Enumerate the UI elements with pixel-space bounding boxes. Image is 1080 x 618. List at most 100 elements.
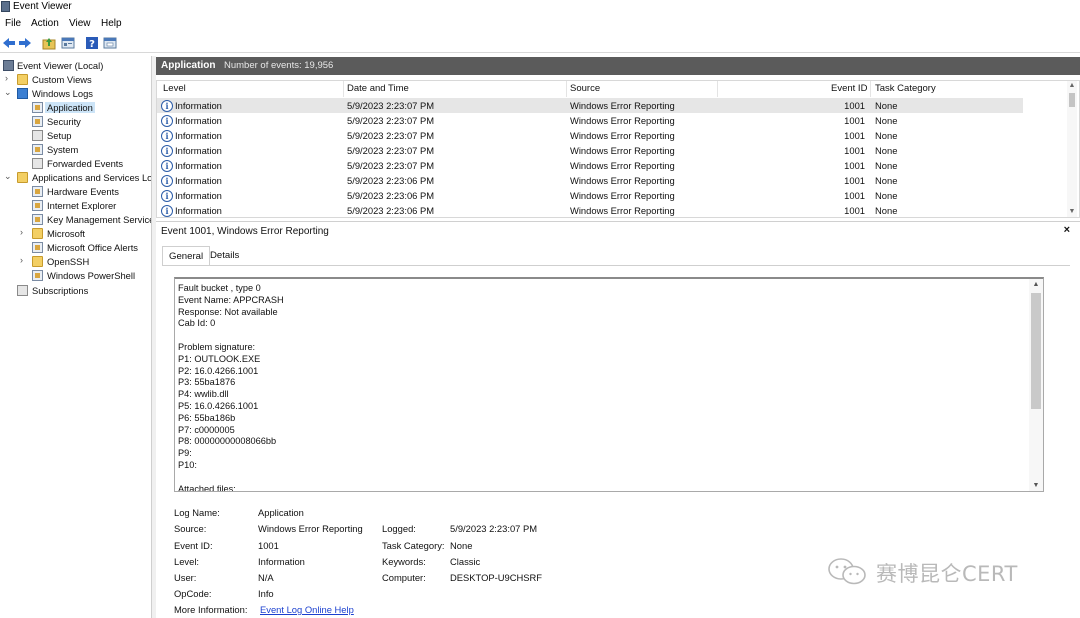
row-datetime: 5/9/2023 2:23:06 PM — [347, 190, 435, 201]
row-event-id: 1001 — [844, 190, 865, 201]
description-line: Fault bucket , type 0 — [178, 283, 261, 293]
column-header-level[interactable]: Level — [163, 83, 186, 94]
menu-action[interactable]: Action — [31, 18, 59, 29]
tab-general[interactable]: General — [162, 246, 211, 266]
row-datetime: 5/9/2023 2:23:06 PM — [347, 175, 435, 186]
chevron-down-icon[interactable]: ⌄ — [4, 87, 12, 98]
tree-item-application[interactable]: Application — [0, 101, 151, 115]
show-pane-icon[interactable] — [103, 36, 117, 50]
tree-item-system[interactable]: System — [0, 143, 151, 157]
row-datetime: 5/9/2023 2:23:06 PM — [347, 205, 435, 216]
menu-view[interactable]: View — [69, 18, 91, 29]
tree-item-custom-views[interactable]: › Custom Views — [0, 73, 151, 87]
row-source: Windows Error Reporting — [570, 205, 675, 216]
subscriptions-icon — [17, 285, 28, 296]
tree-item-security[interactable]: Security — [0, 115, 151, 129]
event-id-label: Event ID: — [174, 540, 213, 551]
close-icon[interactable]: × — [1064, 224, 1070, 236]
information-icon: i — [161, 205, 173, 217]
table-row[interactable]: i Information 5/9/2023 2:23:07 PM Windows E… — [157, 113, 1023, 128]
tree-item-microsoft[interactable]: › Microsoft — [0, 227, 151, 241]
tree-item-openssh[interactable]: › OpenSSH — [0, 255, 151, 269]
back-icon[interactable] — [2, 36, 16, 50]
more-info-label: More Information: — [174, 604, 248, 615]
row-level: Information — [175, 145, 222, 156]
row-source: Windows Error Reporting — [570, 130, 675, 141]
tree-item-subscriptions[interactable]: Subscriptions — [0, 284, 151, 298]
tree-item-office-alerts[interactable]: Microsoft Office Alerts — [0, 241, 151, 255]
column-header-source[interactable]: Source — [570, 83, 600, 94]
column-divider[interactable] — [343, 81, 344, 97]
level-value: Information — [258, 556, 305, 567]
level-label: Level: — [174, 556, 200, 567]
tree-item-root[interactable]: Event Viewer (Local) — [0, 59, 151, 73]
column-divider[interactable] — [566, 81, 567, 97]
row-event-id: 1001 — [844, 130, 865, 141]
tree-item-forwarded-events[interactable]: Forwarded Events — [0, 157, 151, 171]
help-icon[interactable]: ? — [85, 36, 99, 50]
information-icon: i — [161, 100, 173, 112]
column-divider[interactable] — [870, 81, 871, 97]
row-level: Information — [175, 205, 222, 216]
table-row[interactable]: i Information 5/9/2023 2:23:07 PM Windows E… — [157, 143, 1023, 158]
event-list-scrollbar[interactable]: ▲ ▼ — [1067, 81, 1077, 217]
row-level: Information — [175, 115, 222, 126]
chevron-down-icon[interactable]: ⌄ — [4, 171, 12, 182]
chevron-right-icon[interactable]: › — [20, 255, 28, 265]
tree-item-powershell[interactable]: Windows PowerShell — [0, 269, 151, 283]
windows-logs-icon — [17, 88, 28, 99]
table-row[interactable]: i Information 5/9/2023 2:23:07 PM Windows E… — [157, 98, 1023, 113]
row-source: Windows Error Reporting — [570, 175, 675, 186]
scroll-thumb[interactable] — [1069, 93, 1075, 107]
row-datetime: 5/9/2023 2:23:07 PM — [347, 100, 435, 111]
scroll-up-icon[interactable]: ▲ — [1029, 279, 1043, 291]
menu-file[interactable]: File — [5, 18, 21, 29]
information-icon: i — [161, 115, 173, 127]
navigation-tree: Event Viewer (Local) › Custom Views ⌄ Wi… — [0, 56, 152, 618]
table-row[interactable]: i Information 5/9/2023 2:23:06 PM Windows E… — [157, 203, 1023, 217]
information-icon: i — [161, 175, 173, 187]
information-icon: i — [161, 160, 173, 172]
scroll-up-icon[interactable]: ▲ — [1067, 81, 1077, 91]
forward-icon[interactable] — [18, 36, 32, 50]
event-log-online-help-link[interactable]: Event Log Online Help — [260, 604, 354, 615]
tree-item-apps-services[interactable]: ⌄ Applications and Services Log — [0, 171, 151, 185]
tree-item-key-management[interactable]: Key Management Service — [0, 213, 151, 227]
source-label: Source: — [174, 523, 207, 534]
keywords-value: Classic — [450, 556, 481, 567]
description-scrollbar[interactable]: ▲ ▼ — [1029, 279, 1043, 491]
toolbar: ? — [0, 33, 1080, 53]
table-row[interactable]: i Information 5/9/2023 2:23:06 PM Windows E… — [157, 188, 1023, 203]
tab-details[interactable]: Details — [204, 246, 245, 266]
properties-icon[interactable] — [61, 36, 75, 50]
column-divider[interactable] — [717, 81, 718, 97]
scroll-down-icon[interactable]: ▼ — [1029, 480, 1043, 491]
chevron-right-icon[interactable]: › — [20, 227, 28, 237]
scroll-down-icon[interactable]: ▼ — [1067, 207, 1077, 217]
column-header-task-category[interactable]: Task Category — [875, 83, 936, 94]
row-task-category: None — [875, 145, 898, 156]
chevron-right-icon[interactable]: › — [5, 73, 13, 83]
event-description[interactable]: Fault bucket , type 0 Event Name: APPCRAS… — [174, 277, 1044, 492]
watermark-text: 赛博昆仑CERT — [876, 562, 1018, 586]
information-icon: i — [161, 130, 173, 142]
table-row[interactable]: i Information 5/9/2023 2:23:06 PM Windows E… — [157, 173, 1023, 188]
table-row[interactable]: i Information 5/9/2023 2:23:07 PM Windows E… — [157, 128, 1023, 143]
row-datetime: 5/9/2023 2:23:07 PM — [347, 160, 435, 171]
description-line: P3: 55ba1876 — [178, 377, 236, 388]
log-name-label: Log Name: — [174, 507, 220, 518]
scroll-thumb[interactable] — [1031, 293, 1041, 409]
tree-item-internet-explorer[interactable]: Internet Explorer — [0, 199, 151, 213]
column-header-event-id[interactable]: Event ID — [831, 83, 867, 94]
row-source: Windows Error Reporting — [570, 160, 675, 171]
tree-item-windows-logs[interactable]: ⌄ Windows Logs — [0, 87, 151, 101]
tree-item-setup[interactable]: Setup — [0, 129, 151, 143]
menu-help[interactable]: Help — [101, 18, 122, 29]
log-icon — [32, 144, 43, 155]
detail-title: Event 1001, Windows Error Reporting — [161, 226, 329, 237]
table-row[interactable]: i Information 5/9/2023 2:23:07 PM Windows E… — [157, 158, 1023, 173]
folder-up-icon[interactable] — [42, 36, 56, 50]
tree-item-hardware-events[interactable]: Hardware Events — [0, 185, 151, 199]
row-source: Windows Error Reporting — [570, 145, 675, 156]
column-header-date[interactable]: Date and Time — [347, 83, 409, 94]
